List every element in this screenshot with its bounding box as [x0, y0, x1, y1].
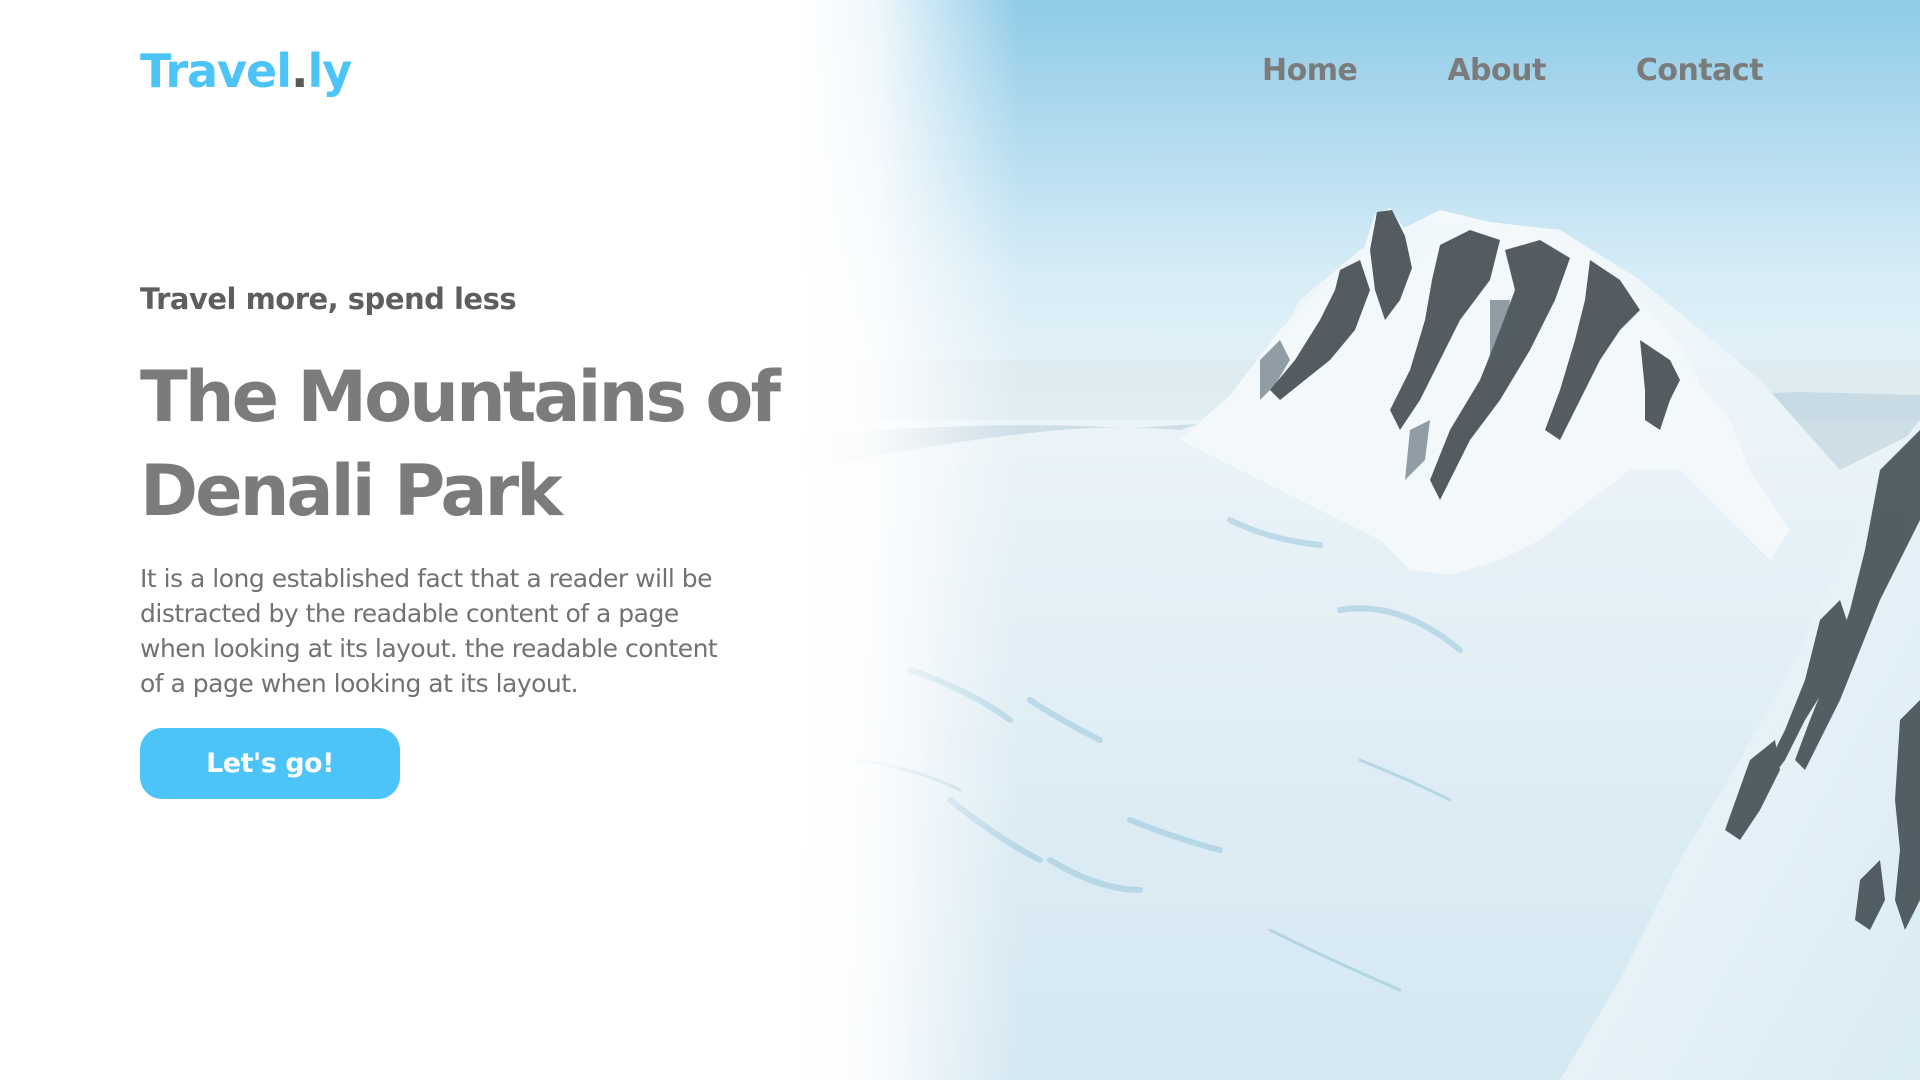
hero-image-fade [800, 0, 1020, 1080]
headline-line-1: The Mountains of [140, 356, 781, 438]
logo-text-main: Travel [140, 44, 292, 98]
logo-text-suffix: ly [307, 44, 353, 98]
hero-headline: The Mountains of Denali Park [140, 350, 820, 538]
logo-dot: . [291, 44, 309, 98]
nav-contact-link[interactable]: Contact [1636, 53, 1764, 88]
brand-logo[interactable]: Travel.ly [140, 40, 353, 102]
headline-line-2: Denali Park [140, 450, 563, 532]
nav-about-link[interactable]: About [1447, 53, 1546, 88]
hero-description: It is a long established fact that a rea… [140, 564, 718, 698]
landing-page: Travel.ly Home About Contact Travel more… [0, 0, 1920, 1080]
main-nav: Home About Contact [1262, 50, 1764, 90]
nav-home-link[interactable]: Home [1262, 53, 1358, 88]
lets-go-button[interactable]: Let's go! [140, 728, 400, 799]
hero-tagline: Travel more, spend less [140, 282, 517, 316]
